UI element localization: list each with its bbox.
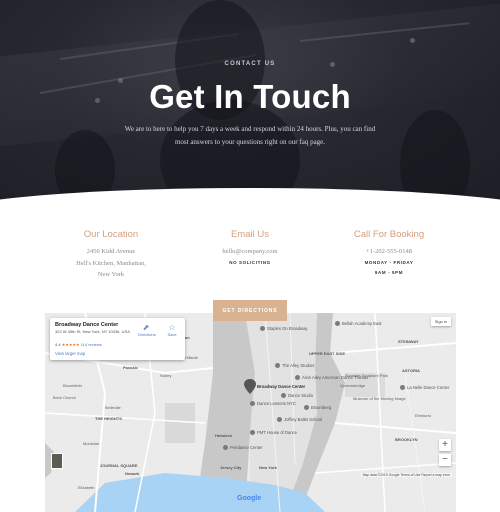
address-line: New York [97, 271, 125, 278]
map-pin[interactable]: Dance Studio [281, 393, 313, 399]
reviews-link[interactable]: 114 reviews [81, 342, 102, 347]
map-pin[interactable]: PMT House of Dance [250, 430, 297, 436]
map-label: Nutley [160, 373, 172, 378]
map-pin[interactable]: Alvin Ailey American Dance Theater [295, 375, 369, 381]
map-pin[interactable]: Bellah Academy East [335, 321, 382, 327]
map-label: THE HEIGHTS [95, 416, 122, 421]
map-label: Elmhurst [415, 413, 431, 418]
directions-action-label: Directions [138, 332, 156, 337]
map-label: Queensbridge [340, 383, 366, 388]
map-label: Elizabeth [78, 485, 95, 490]
map-sign-in-button[interactable]: Sign in [430, 317, 451, 326]
map-pin[interactable]: The Alley Studios [275, 363, 314, 369]
address-line: 2450 Kidd Avenue [86, 248, 136, 255]
map-pin[interactable]: Peridance Center [223, 445, 263, 451]
map-label: Montclair [83, 441, 100, 446]
booking-days: MONDAY - FRIDAY [364, 259, 414, 265]
map-label: JOURNAL SQUARE [100, 463, 138, 468]
map-label: Bloomfield [63, 383, 82, 388]
booking-heading: Call For Booking [353, 229, 425, 240]
map-label: New York [259, 465, 277, 470]
star-icon: ☆ [168, 323, 176, 332]
map-pin[interactable]: La Nelle Dance Center [400, 385, 449, 391]
get-directions-button[interactable]: GET DIRECTIONS [213, 300, 287, 321]
zoom-out-button[interactable]: − [439, 454, 451, 466]
map-label: Brick Church [53, 395, 76, 400]
map-label: Hillside [185, 355, 198, 360]
google-logo: Google [237, 495, 262, 502]
map-pin[interactable]: Dance Lessons NYC [250, 401, 296, 407]
email-block: Email Us hello@company.com NO SOLICITING [175, 229, 325, 268]
street-view-thumbnail[interactable] [51, 453, 63, 469]
map-label: Newark [125, 471, 140, 476]
google-map[interactable]: Clifton Passaic Bloomfield Nutley Bellev… [45, 313, 456, 512]
larger-map-link[interactable]: View larger map [55, 351, 85, 356]
place-name: Broadway Dance Center [55, 322, 119, 328]
map-pin[interactable]: Joffrey Ballet School [277, 417, 322, 423]
location-heading: Our Location [83, 229, 139, 240]
eyebrow-label: CONTACT US [224, 61, 276, 67]
map-label: UPPER EAST SIDE [309, 351, 346, 356]
rating-value: 4.4 [55, 342, 61, 347]
map-pin[interactable]: Bloomberg [304, 405, 331, 411]
map-label: STEINWAY [398, 339, 419, 344]
map-label: Passaic [123, 365, 138, 370]
intro-text: We are to here to help you 7 days a week… [124, 125, 376, 146]
zoom-in-button[interactable]: + [439, 439, 451, 451]
email-address-link[interactable]: hello@company.com [175, 246, 325, 258]
map-pin[interactable]: Staples On Broadway [260, 326, 308, 332]
phone-link[interactable]: +1-202-555-0148 [314, 246, 464, 258]
directions-icon: ⬈ [142, 323, 150, 332]
place-address: 322 W 45th St, New York, NY 10036, USA [55, 329, 130, 334]
map-label: Hoboken [215, 433, 233, 438]
place-info-card: Broadway Dance Center 322 W 45th St, New… [50, 318, 185, 360]
location-block: Our Location 2450 Kidd Avenue Hell's Kit… [36, 229, 186, 281]
address-line: Hell's Kitchen, Manhattan, [76, 259, 146, 267]
page-title: Get In Touch [149, 78, 351, 115]
map-label: ASTORIA [402, 368, 420, 373]
map-label: Jersey City [220, 465, 242, 470]
save-action-label: Save [167, 332, 177, 337]
selected-place-label[interactable]: Broadway Dance Center [257, 384, 305, 389]
booking-hours: 9AM - 5PM [374, 269, 404, 275]
map-label: BROOKLYN [395, 437, 418, 442]
map-label: Museum of the Moving Image [353, 396, 406, 401]
place-rating: 4.4 ★★★★★ 114 reviews [55, 342, 102, 347]
map-label: Belleville [105, 405, 121, 410]
save-action[interactable]: ☆ Save [164, 323, 180, 337]
email-note: NO SOLICITING [229, 259, 271, 265]
booking-block: Call For Booking +1-202-555-0148 MONDAY … [314, 229, 464, 278]
directions-action[interactable]: ⬈ Directions [138, 323, 156, 337]
email-heading: Email Us [230, 229, 269, 240]
rating-stars-icon: ★★★★★ [61, 342, 80, 347]
map-attribution[interactable]: Map data ©2019 Google Terms of Use Repor… [360, 473, 452, 477]
